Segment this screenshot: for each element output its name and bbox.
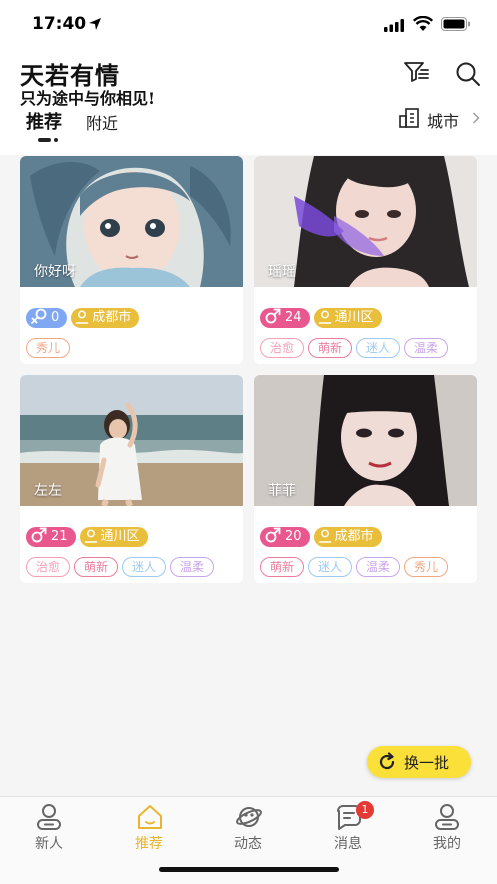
user-card[interactable]: 左左 21 通川区 治愈 萌新 迷人 温柔 — [20, 375, 243, 583]
tabbar-label: 新人 — [35, 836, 63, 852]
person-icon — [318, 310, 331, 324]
user-age: 20 — [285, 529, 302, 544]
profile-icon — [435, 804, 459, 830]
tabbar-item-new[interactable]: 新人 — [9, 801, 89, 855]
male-symbol-icon — [265, 527, 281, 543]
gender-age-badge: 20 — [260, 527, 310, 547]
cellular-signal-icon — [384, 19, 404, 32]
home-indicator — [159, 867, 339, 872]
tabbar-label: 消息 — [334, 836, 362, 852]
user-tag: 迷人 — [356, 338, 401, 358]
user-age: 21 — [51, 529, 68, 544]
tabbar-item-profile[interactable]: 我的 — [407, 801, 487, 855]
wifi-icon — [413, 16, 433, 31]
person-icon — [75, 310, 89, 324]
user-tag: 萌新 — [308, 338, 353, 358]
tabbar-label: 动态 — [234, 836, 262, 852]
city-badge: 通川区 — [79, 527, 148, 547]
user-nickname: 菲菲 — [268, 483, 296, 499]
city-filter-label: 城市 — [427, 112, 460, 131]
status-bar: 17:40 — [0, 0, 497, 52]
planet-icon — [236, 807, 262, 827]
male-symbol-icon — [31, 527, 47, 543]
city-badge: 成都市 — [71, 308, 140, 328]
user-card[interactable]: 瑶瑶 24 通川区 治愈 萌新 迷人 温柔 — [254, 156, 477, 364]
active-tab-indicator — [38, 138, 62, 142]
tabbar-label: 我的 — [433, 836, 461, 852]
filter-icon — [404, 62, 429, 82]
person-icon — [84, 529, 97, 543]
gender-age-badge: 21 — [26, 527, 76, 547]
male-symbol-icon — [265, 308, 281, 324]
user-tag: 秀儿 — [404, 557, 449, 577]
user-tag: 萌新 — [74, 557, 119, 577]
gender-age-badge: 0 — [26, 308, 68, 328]
refresh-label: 换一批 — [404, 754, 450, 772]
user-city: 成都市 — [92, 310, 132, 325]
person-icon — [37, 804, 61, 830]
chevron-right-icon — [473, 112, 480, 124]
tabbar-label: 推荐 — [135, 836, 163, 852]
search-button[interactable] — [455, 61, 481, 87]
home-icon — [138, 805, 162, 829]
user-card[interactable]: 你好呀 0 成都市 秀儿 — [20, 156, 243, 364]
user-tag: 治愈 — [260, 338, 305, 358]
user-tag: 迷人 — [122, 557, 167, 577]
tab-nearby[interactable]: 附近 — [86, 110, 118, 134]
user-tag: 温柔 — [170, 557, 215, 577]
gender-age-badge: 24 — [260, 308, 310, 328]
bottom-tab-bar: 新人 推荐 动态 1 消息 我的 — [0, 796, 497, 884]
refresh-icon — [379, 752, 395, 770]
user-age: 24 — [285, 310, 302, 325]
user-tag: 萌新 — [260, 557, 305, 577]
user-city: 通川区 — [100, 529, 140, 544]
user-age: 0 — [51, 310, 60, 325]
app-slogan: 只为途中与你相见! — [20, 89, 156, 108]
user-nickname: 瑶瑶 — [268, 264, 296, 280]
person-icon — [318, 529, 331, 543]
tabbar-item-messages[interactable]: 1 消息 — [308, 801, 388, 855]
user-tag: 温柔 — [356, 557, 401, 577]
tab-recommend[interactable]: 推荐 — [26, 108, 62, 134]
status-time: 17:40 — [32, 14, 87, 34]
search-icon — [456, 62, 480, 86]
city-badge: 通川区 — [313, 308, 382, 328]
user-tag: 治愈 — [26, 557, 71, 577]
tabbar-item-moments[interactable]: 动态 — [208, 801, 288, 855]
message-badge: 1 — [356, 801, 374, 819]
building-icon — [399, 108, 419, 128]
user-tag: 迷人 — [308, 557, 353, 577]
refresh-batch-button[interactable]: 换一批 — [367, 746, 471, 778]
user-city: 成都市 — [334, 529, 374, 544]
user-tag: 温柔 — [404, 338, 449, 358]
city-badge: 成都市 — [313, 527, 382, 547]
filter-button[interactable] — [403, 60, 429, 84]
user-city: 通川区 — [334, 310, 374, 325]
tabbar-item-recommend[interactable]: 推荐 — [109, 801, 189, 855]
user-nickname: 左左 — [34, 483, 62, 499]
location-arrow-icon — [89, 18, 101, 30]
user-nickname: 你好呀 — [34, 264, 76, 280]
battery-icon — [441, 17, 470, 31]
user-tag: 秀儿 — [26, 338, 71, 358]
female-symbol-icon — [31, 308, 47, 324]
user-card[interactable]: 菲菲 20 成都市 萌新 迷人 温柔 秀儿 — [254, 375, 477, 583]
